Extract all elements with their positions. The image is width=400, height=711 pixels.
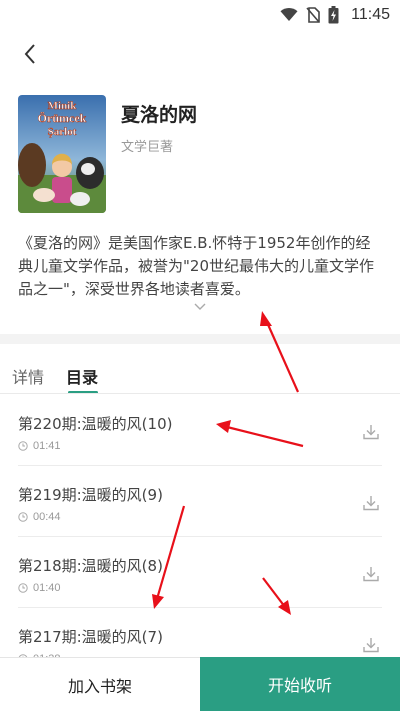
episode-duration-text: 00:44	[33, 511, 61, 523]
status-time: 11:45	[351, 6, 390, 23]
episode-title: 第217期:温暖的风(7)	[18, 628, 163, 646]
download-button[interactable]	[360, 634, 382, 656]
chevron-down-icon	[194, 303, 206, 310]
battery-charging-icon	[328, 6, 339, 24]
tab-catalog[interactable]: 目录	[66, 364, 98, 388]
episode-list: 第220期:温暖的风(10) 01:41 第219期:温暖的风(9) 00:44…	[0, 395, 400, 679]
tab-bar: 详情 目录	[0, 350, 400, 394]
episode-duration: 01:41	[18, 440, 61, 452]
section-divider	[0, 334, 400, 344]
download-icon	[363, 496, 379, 511]
download-icon	[363, 567, 379, 582]
download-button[interactable]	[360, 492, 382, 514]
download-icon	[363, 638, 379, 653]
list-item[interactable]: 第219期:温暖的风(9) 00:44	[18, 466, 382, 537]
clock-icon	[18, 441, 28, 451]
episode-duration: 00:44	[18, 511, 61, 523]
episode-duration: 01:40	[18, 582, 61, 594]
back-button[interactable]	[16, 40, 44, 68]
tab-bar-divider	[0, 393, 400, 394]
download-button[interactable]	[360, 421, 382, 443]
download-icon	[363, 425, 379, 440]
book-cover: Minik Örümcek Şarlot	[18, 95, 106, 213]
start-listening-button[interactable]: 开始收听	[200, 657, 400, 711]
episode-duration-text: 01:40	[33, 582, 61, 594]
cover-title-line-3: Şarlot	[48, 126, 77, 138]
list-item[interactable]: 第218期:温暖的风(8) 01:40	[18, 537, 382, 608]
tab-details[interactable]: 详情	[12, 364, 44, 388]
episode-title: 第220期:温暖的风(10)	[18, 415, 173, 433]
add-to-shelf-button[interactable]: 加入书架	[0, 657, 200, 711]
episode-title: 第218期:温暖的风(8)	[18, 557, 163, 575]
bottom-action-bar: 加入书架 开始收听	[0, 657, 400, 711]
book-title: 夏洛的网	[121, 104, 198, 126]
no-sim-icon	[306, 7, 320, 23]
cover-title-line-2: Örümcek	[38, 111, 87, 125]
chevron-left-icon	[24, 44, 35, 64]
download-button[interactable]	[360, 563, 382, 585]
book-tag: 文学巨著	[121, 140, 174, 155]
clock-icon	[18, 583, 28, 593]
episode-title: 第219期:温暖的风(9)	[18, 486, 163, 504]
episode-duration-text: 01:41	[33, 440, 61, 452]
clock-icon	[18, 512, 28, 522]
list-item[interactable]: 第220期:温暖的风(10) 01:41	[18, 395, 382, 466]
status-bar: 11:45	[0, 0, 400, 30]
expand-description-button[interactable]	[190, 300, 210, 314]
book-description: 《夏洛的网》是美国作家E.B.怀特于1952年创作的经典儿童文学作品，被誉为"2…	[18, 234, 374, 298]
wifi-icon	[280, 8, 298, 21]
